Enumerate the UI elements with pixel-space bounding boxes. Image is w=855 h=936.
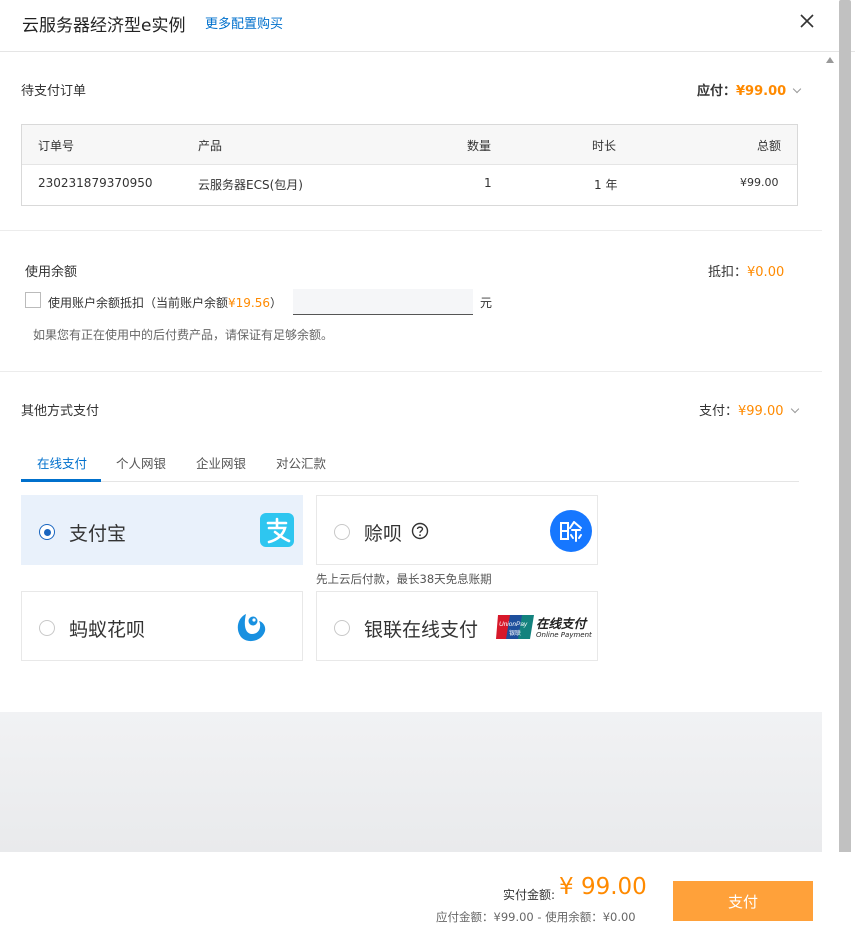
pay-summary[interactable]: 支付：¥99.00 <box>699 400 799 419</box>
dialog-title: 云服务器经济型e实例 <box>22 16 186 36</box>
close-button[interactable] <box>797 11 817 31</box>
grey-spacer <box>0 712 822 852</box>
tab-personal-bank[interactable]: 个人网银 <box>116 453 166 472</box>
actual-amount-label: 实付金额: <box>503 888 556 902</box>
current-balance: ¥19.56 <box>228 296 271 310</box>
dialog-header: 云服务器经济型e实例 更多配置购买 <box>0 0 855 52</box>
payment-footer: 实付金额: ¥ 99.00 应付金额：¥99.00 - 使用余额：¥0.00 支… <box>0 852 855 936</box>
scrollbar-thumb[interactable] <box>839 0 851 892</box>
unionpay-label: 银联在线支付 <box>364 619 479 641</box>
order-total: ¥99.00 <box>740 176 779 189</box>
due-label: 应付： <box>697 84 737 99</box>
huabei-radio[interactable] <box>39 620 55 636</box>
header-total: 总额 <box>757 139 782 153</box>
order-table: 订单号 产品 数量 时长 总额 230231879370950 云服务器ECS(… <box>21 124 798 206</box>
dialog-content: 待支付订单 应付：¥99.00 订单号 产品 数量 时长 总额 23023187… <box>0 52 822 852</box>
balance-amount-input[interactable] <box>293 289 473 315</box>
huabei-label: 蚂蚁花呗 <box>69 619 146 641</box>
unionpay-online-subtext: Online Payment <box>536 631 592 639</box>
deduct-amount: ¥0.00 <box>747 265 785 280</box>
tab-corporate-transfer[interactable]: 对公汇款 <box>276 453 326 472</box>
shebei-radio[interactable] <box>334 524 350 540</box>
other-payment-title: 其他方式支付 <box>21 404 100 419</box>
order-number: 230231879370950 <box>38 176 153 190</box>
chevron-down-icon[interactable] <box>792 84 802 94</box>
amount-breakdown: 应付金额：¥99.00 - 使用余额：¥0.00 <box>436 910 636 924</box>
help-icon[interactable] <box>411 522 429 540</box>
close-icon <box>800 14 814 28</box>
shebei-icon <box>550 510 592 552</box>
shebei-note: 先上云后付款，最长38天免息账期 <box>316 572 492 586</box>
deduct-summary: 抵扣：¥0.00 <box>708 261 784 280</box>
scroll-up-arrow-icon[interactable] <box>826 57 834 63</box>
use-balance-checkbox[interactable] <box>25 292 41 308</box>
unionpay-badge: UnionPay <box>499 621 528 628</box>
divider <box>0 371 822 372</box>
header-quantity: 数量 <box>467 139 492 153</box>
actual-amount-value: ¥ 99.00 <box>559 874 647 900</box>
header-product: 产品 <box>198 139 223 153</box>
deduct-label: 抵扣： <box>708 265 748 280</box>
balance-section-title: 使用余额 <box>25 265 78 280</box>
payment-method-shebei[interactable]: 赊呗 <box>316 495 598 565</box>
unionpay-online-text: 在线支付 <box>536 616 587 631</box>
payment-method-huabei[interactable]: 蚂蚁花呗 <box>21 591 303 661</box>
use-balance-label-suffix: ） <box>270 296 283 310</box>
order-quantity: 1 <box>484 176 492 190</box>
pay-amount: ¥99.00 <box>738 404 784 419</box>
unionpay-radio[interactable] <box>334 620 350 636</box>
huabei-icon <box>237 614 266 642</box>
balance-note: 如果您有正在使用中的后付费产品，请保证有足够余额。 <box>33 328 334 342</box>
payment-tabs: 在线支付 个人网银 企业网银 对公汇款 <box>21 442 799 482</box>
order-product: 云服务器ECS(包月) <box>198 178 303 192</box>
header-duration: 时长 <box>592 139 617 153</box>
order-due-summary[interactable]: 应付：¥99.00 <box>697 80 802 99</box>
active-tab-indicator <box>21 479 101 482</box>
alipay-radio[interactable] <box>39 524 55 540</box>
chevron-down-icon[interactable] <box>790 404 799 414</box>
tab-online-payment[interactable]: 在线支付 <box>37 453 87 472</box>
pay-label: 支付： <box>699 404 739 419</box>
order-table-header: 订单号 产品 数量 时长 总额 <box>22 125 797 165</box>
payment-method-unionpay[interactable]: 银联在线支付 UnionPay 银联 在线支付 Online Payment <box>316 591 598 661</box>
use-balance-label-prefix: 使用账户余额抵扣（当前账户余额 <box>48 296 229 310</box>
due-amount: ¥99.00 <box>736 84 787 99</box>
header-order-number: 订单号 <box>38 139 75 153</box>
order-duration: 1 年 <box>594 178 618 192</box>
shebei-label: 赊呗 <box>364 523 403 545</box>
unionpay-badge-cn: 银联 <box>509 629 521 637</box>
alipay-label: 支付宝 <box>69 523 127 545</box>
order-section-title: 待支付订单 <box>21 84 87 99</box>
payment-method-alipay[interactable]: 支付宝 <box>21 495 303 565</box>
divider <box>0 230 822 231</box>
tab-enterprise-bank[interactable]: 企业网银 <box>196 453 246 472</box>
alipay-icon <box>260 513 294 547</box>
balance-unit: 元 <box>480 296 493 310</box>
more-config-link[interactable]: 更多配置购买 <box>205 13 283 32</box>
unionpay-icon: UnionPay 银联 <box>496 615 534 639</box>
use-balance-label[interactable]: 使用账户余额抵扣（当前账户余额¥19.56） <box>48 294 282 311</box>
pay-button[interactable]: 支付 <box>673 881 813 921</box>
